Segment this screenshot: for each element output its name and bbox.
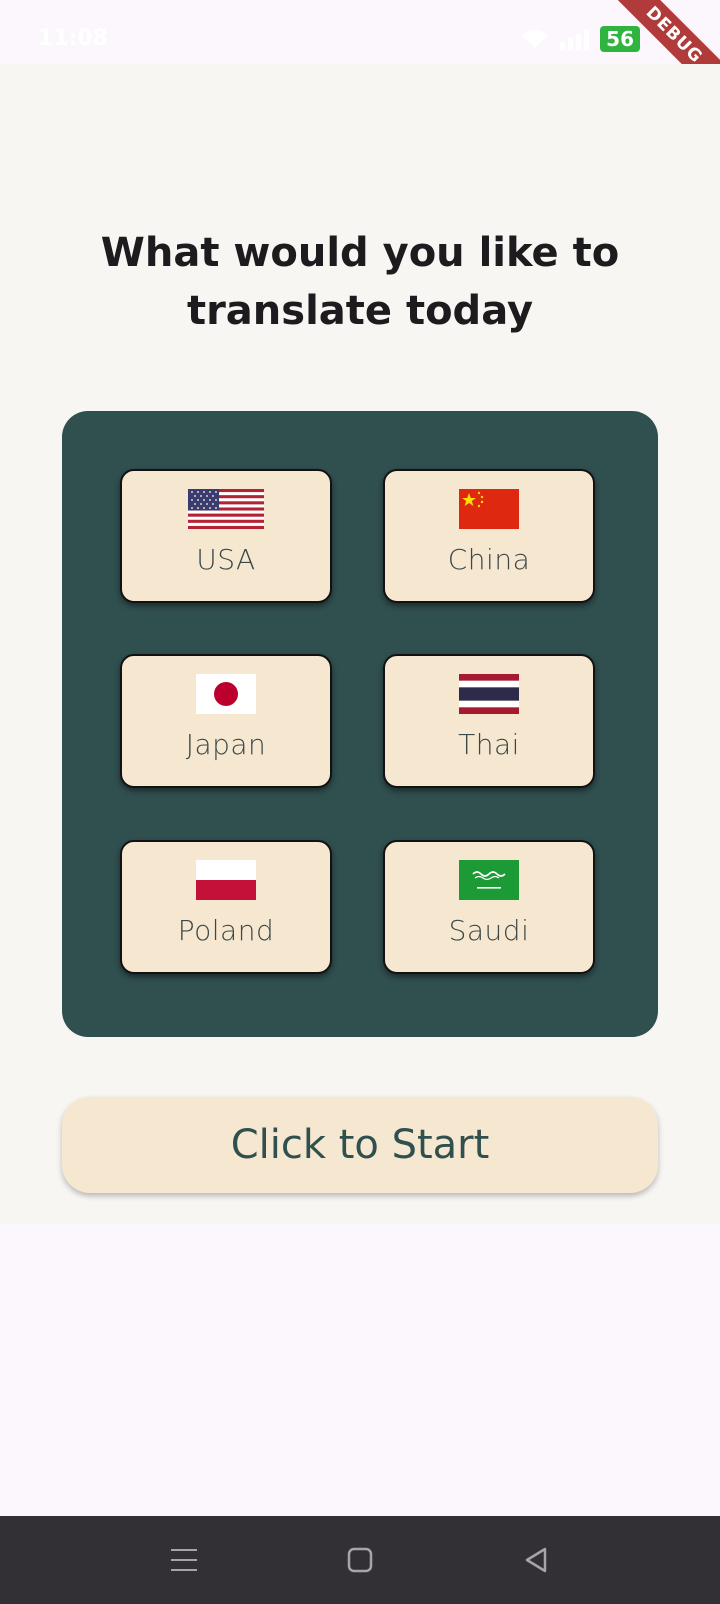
signal-icon [560, 30, 590, 50]
country-card-poland[interactable]: Poland [120, 840, 332, 974]
china-flag-icon [459, 489, 519, 529]
home-icon [347, 1547, 373, 1573]
usa-flag-icon [188, 489, 264, 529]
status-icons: 56 [520, 26, 640, 52]
title-line-1: What would you like to [100, 230, 620, 276]
battery-icon: 56 [600, 26, 640, 52]
country-label: Japan [185, 728, 267, 761]
menu-icon [171, 1549, 197, 1571]
nav-home-button[interactable] [272, 1516, 448, 1604]
country-card-thai[interactable]: Thai [383, 654, 595, 788]
saudi-arabia-flag-icon [459, 860, 519, 900]
country-label: USA [196, 543, 256, 576]
title-line-2: translate today [186, 288, 534, 334]
nav-back-button[interactable] [448, 1516, 624, 1604]
country-card-china[interactable]: China [383, 469, 595, 603]
system-nav-bar [0, 1516, 720, 1604]
wifi-icon [522, 30, 549, 48]
country-card-japan[interactable]: Japan [120, 654, 332, 788]
country-card-usa[interactable]: USA [120, 469, 332, 603]
japan-flag-icon [196, 674, 256, 714]
country-label: Saudi [448, 914, 530, 947]
country-label: Thai [458, 728, 520, 761]
poland-flag-icon [196, 860, 256, 900]
nav-menu-button[interactable] [96, 1516, 272, 1604]
country-panel: USA China Japan Thai Poland Saudi [62, 411, 658, 1037]
status-bar: 11:08 56 [0, 0, 720, 64]
main-content: What would you like to translate today U… [0, 64, 720, 1224]
thailand-flag-icon [459, 674, 519, 714]
country-card-saudi[interactable]: Saudi [383, 840, 595, 974]
status-time: 11:08 [38, 26, 109, 51]
country-label: Poland [177, 914, 275, 947]
back-icon [525, 1547, 547, 1573]
country-label: China [447, 543, 531, 576]
start-button[interactable]: Click to Start [62, 1097, 658, 1193]
page-title: What would you like to translate today [0, 224, 720, 340]
